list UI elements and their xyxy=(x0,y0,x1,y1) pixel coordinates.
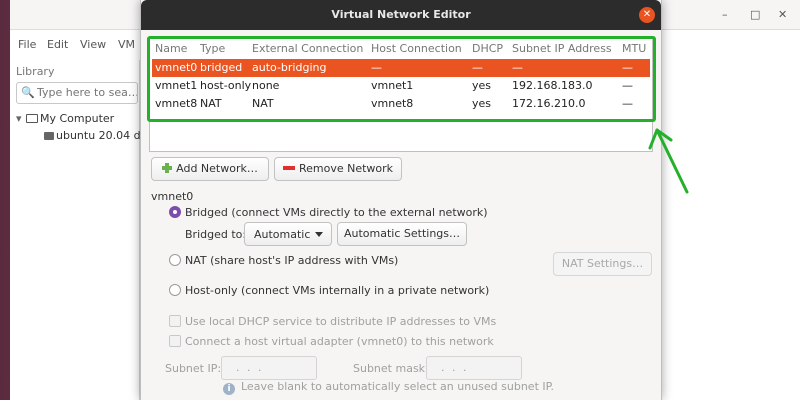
menu-view[interactable]: View xyxy=(80,38,106,51)
tree-item-ubuntu-vm[interactable]: ubuntu 20.04 d… xyxy=(44,129,152,142)
menu-edit[interactable]: Edit xyxy=(47,38,68,51)
cell-subnet: 172.16.210.0 xyxy=(512,97,586,110)
virtual-network-editor-dialog: Virtual Network Editor ✕ Name Type Exter… xyxy=(140,0,689,400)
cell-host: vmnet1 xyxy=(371,79,414,92)
cell-name: vmnet8 xyxy=(155,97,198,110)
cell-dhcp: yes xyxy=(472,97,492,110)
minus-icon xyxy=(282,166,295,170)
add-network-button[interactable]: Add Network… xyxy=(151,157,269,181)
bridged-to-value: Automatic xyxy=(254,228,311,241)
cell-mtu: — xyxy=(622,79,633,92)
radio-nat-label: NAT (share host's IP address with VMs) xyxy=(185,254,399,267)
vm-icon xyxy=(44,132,54,140)
tree-item-label: ubuntu 20.04 d… xyxy=(56,129,152,142)
dialog-titlebar: Virtual Network Editor ✕ xyxy=(141,0,661,30)
adapter-checkbox-label: Connect a host virtual adapter (vmnet0) … xyxy=(185,335,494,348)
add-network-label: Add Network… xyxy=(176,162,258,175)
computer-icon xyxy=(26,114,38,123)
radio-host-only-label: Host-only (connect VMs internally in a p… xyxy=(185,284,490,297)
cell-external: auto-bridging xyxy=(252,61,327,74)
subnet-hint: i Leave blank to automatically select an … xyxy=(223,380,554,395)
library-panel: Library 🔍 ▾ My Computer ubuntu 20.04 d… xyxy=(10,60,152,400)
radio-host-only[interactable]: Host-only (connect VMs internally in a p… xyxy=(169,284,489,300)
column-header-type[interactable]: Type xyxy=(200,42,225,55)
subnet-ip-field[interactable]: . . . xyxy=(221,356,317,380)
ip-placeholder: . . . xyxy=(236,361,264,374)
table-row[interactable]: vmnet0 bridged auto-bridging — — — — xyxy=(152,59,650,77)
menu-vm[interactable]: VM xyxy=(118,38,135,51)
cell-name: vmnet1 xyxy=(155,79,198,92)
adapter-checkbox[interactable] xyxy=(169,335,181,347)
radio-button[interactable] xyxy=(169,254,181,266)
info-icon: i xyxy=(223,383,235,395)
cell-host: — xyxy=(371,61,382,74)
tree-item-my-computer[interactable]: ▾ My Computer xyxy=(16,112,114,125)
cell-mtu: — xyxy=(622,61,633,74)
library-search-input[interactable] xyxy=(37,86,137,99)
cell-type: host-only xyxy=(200,79,252,92)
maximize-button[interactable]: □ xyxy=(750,8,760,21)
nat-settings-button[interactable]: NAT Settings… xyxy=(553,252,652,276)
column-header-host[interactable]: Host Connection xyxy=(371,42,462,55)
radio-bridged[interactable]: Bridged (connect VMs directly to the ext… xyxy=(169,206,488,222)
remove-network-button[interactable]: Remove Network xyxy=(274,157,402,181)
subnet-mask-field[interactable]: . . . xyxy=(426,356,522,380)
cell-external: none xyxy=(252,79,280,92)
cell-type: NAT xyxy=(200,97,222,110)
cell-dhcp: — xyxy=(472,61,483,74)
chevron-down-icon xyxy=(315,232,323,237)
library-title: Library xyxy=(16,65,55,78)
cell-mtu: — xyxy=(622,97,633,110)
dialog-title: Virtual Network Editor xyxy=(331,8,471,21)
column-header-dhcp[interactable]: DHCP xyxy=(472,42,503,55)
bridged-to-label: Bridged to: xyxy=(185,228,247,241)
tree-item-label: My Computer xyxy=(40,112,115,125)
column-header-name[interactable]: Name xyxy=(155,42,187,55)
cell-type: bridged xyxy=(200,61,243,74)
search-icon: 🔍 xyxy=(21,86,35,99)
selected-network-label: vmnet0 xyxy=(151,190,194,203)
radio-button[interactable] xyxy=(169,284,181,296)
dhcp-checkbox[interactable] xyxy=(169,315,181,327)
network-table: Name Type External Connection Host Conne… xyxy=(149,36,653,152)
table-row[interactable]: vmnet8 NAT NAT vmnet8 yes 172.16.210.0 — xyxy=(152,95,650,113)
menu-file[interactable]: File xyxy=(18,38,36,51)
cell-external: NAT xyxy=(252,97,274,110)
ip-placeholder: . . . xyxy=(441,361,469,374)
table-row[interactable]: vmnet1 host-only none vmnet1 yes 192.168… xyxy=(152,77,650,95)
cell-name: vmnet0 xyxy=(155,61,198,74)
plus-icon xyxy=(162,163,173,173)
dhcp-checkbox-row[interactable]: Use local DHCP service to distribute IP … xyxy=(169,315,496,331)
minimize-button[interactable]: – xyxy=(722,8,728,21)
radio-button-checked[interactable] xyxy=(169,206,181,218)
column-header-external[interactable]: External Connection xyxy=(252,42,363,55)
close-window-button[interactable]: ✕ xyxy=(778,8,787,21)
close-icon[interactable]: ✕ xyxy=(639,7,655,23)
cell-subnet: 192.168.183.0 xyxy=(512,79,593,92)
cell-host: vmnet8 xyxy=(371,97,414,110)
bridged-to-select[interactable]: Automatic xyxy=(244,222,332,246)
radio-nat[interactable]: NAT (share host's IP address with VMs) xyxy=(169,254,398,270)
dhcp-checkbox-label: Use local DHCP service to distribute IP … xyxy=(185,315,497,328)
subnet-hint-text: Leave blank to automatically select an u… xyxy=(241,380,555,393)
adapter-checkbox-row[interactable]: Connect a host virtual adapter (vmnet0) … xyxy=(169,335,494,351)
column-header-mtu[interactable]: MTU xyxy=(622,42,646,55)
radio-bridged-label: Bridged (connect VMs directly to the ext… xyxy=(185,206,488,219)
remove-network-label: Remove Network xyxy=(298,162,394,175)
background-content-panel xyxy=(670,60,800,400)
library-search[interactable]: 🔍 xyxy=(16,82,138,104)
column-header-subnet[interactable]: Subnet IP Address xyxy=(512,42,612,55)
chevron-down-icon[interactable]: ▾ xyxy=(16,112,26,125)
automatic-settings-button[interactable]: Automatic Settings… xyxy=(337,222,467,246)
cell-dhcp: yes xyxy=(472,79,492,92)
cell-subnet: — xyxy=(512,61,523,74)
subnet-mask-label: Subnet mask: xyxy=(353,362,429,375)
subnet-ip-label: Subnet IP: xyxy=(165,362,222,375)
